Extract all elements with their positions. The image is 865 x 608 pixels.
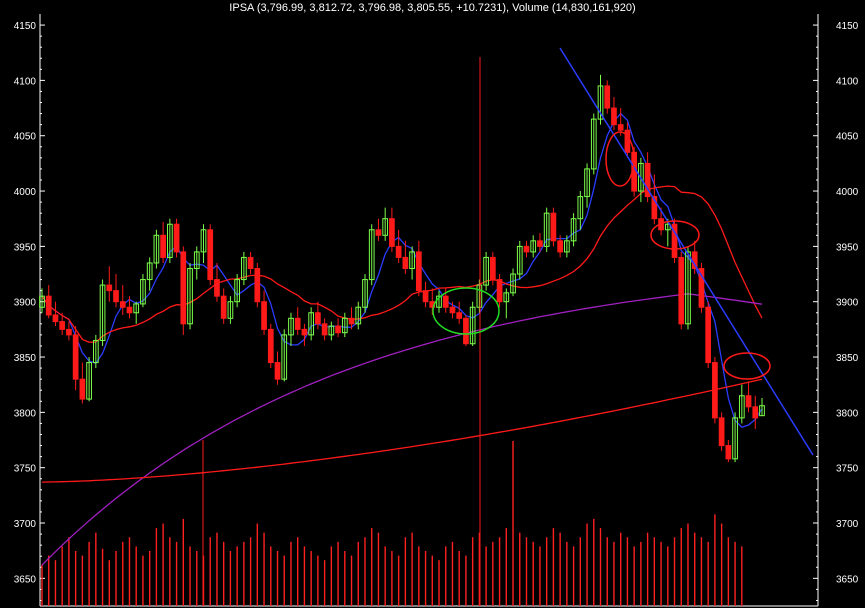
candle-body [335,325,341,334]
candle-body [321,323,328,336]
y-tick-label-left: 3650 [14,574,37,585]
y-tick-label-left: 4050 [14,132,37,143]
candle-body [247,256,254,270]
y-tick-label-left: 3800 [14,408,37,419]
candle-body [550,212,557,242]
ma-long-line [41,378,763,483]
candle-body [604,85,611,109]
y-tick-label-right: 4100 [836,76,859,87]
y-tick-label-right: 3850 [836,353,859,364]
candle-body [72,334,79,380]
y-tick-label-left: 3900 [14,298,37,309]
red-ellipse [723,352,771,380]
candle-body [52,314,59,323]
candle-body [119,301,126,308]
candle-body [523,245,530,253]
candle-body [489,256,496,281]
candle-body [214,279,220,297]
candle-body [348,317,355,325]
y-tick-label-left: 4100 [14,76,37,87]
candle-body [712,362,718,419]
y-tick-label-right: 3800 [836,408,859,419]
candle-body [126,306,133,314]
y-tick-label-right: 4000 [836,187,859,198]
candle-body [207,229,214,281]
candle-body [415,251,422,292]
candle-body [274,362,281,380]
y-tick-label-left: 4150 [14,21,37,32]
candle-body [315,312,321,325]
y-tick-label-left: 3850 [14,353,37,364]
candle-body [463,317,469,345]
y-tick-label-right: 3950 [836,242,859,253]
y-tick-label-left: 4000 [14,187,37,198]
candle-body [745,395,752,408]
candle-body [449,306,456,314]
y-tick-label-right: 3900 [836,298,859,309]
candle-body [106,284,113,292]
candle-body [496,279,503,303]
y-tick-label-right: 3700 [836,519,859,530]
candle-body [456,312,463,319]
candle-body [66,328,72,336]
candle-body [402,256,409,270]
candle-body [422,290,429,303]
ma-slow-line [41,293,763,566]
candle-body [301,328,308,336]
candle-body [395,245,402,258]
candle-body [45,295,52,316]
candle-body [752,406,759,419]
candle-body [79,378,86,400]
y-tick-label-right: 4050 [836,132,859,143]
candle-body [617,124,624,131]
candle-body [611,107,617,126]
candle-body [59,321,66,330]
candle-body [537,240,543,247]
price-chart: 4150 4150 4100 4100 4050 4050 4000 4000 3950 3950… [14,14,859,607]
candle-body [557,240,563,253]
y-tick-label-left: 3950 [14,242,37,253]
candle-body [160,234,166,258]
candle-body [678,256,685,325]
candle-body [718,417,725,447]
trend-line [559,47,814,456]
candle-body [220,295,227,319]
candle-body [705,306,712,364]
candle-body [113,290,119,303]
y-tick-label-left: 3700 [14,519,37,530]
candle-body [725,445,732,460]
candle-body [375,229,382,236]
candle-body [389,218,395,247]
candle-body [294,317,301,330]
candle-body [173,223,180,253]
y-tick-label-right: 3650 [836,574,859,585]
candle-body [267,328,274,364]
candle-body [254,268,261,303]
y-tick-label-left: 3750 [14,464,37,475]
candle-body [180,251,187,325]
candle-body [442,295,449,308]
y-tick-label-right: 3750 [836,464,859,475]
y-tick-label-right: 4150 [836,21,859,32]
candle-body [261,301,267,330]
